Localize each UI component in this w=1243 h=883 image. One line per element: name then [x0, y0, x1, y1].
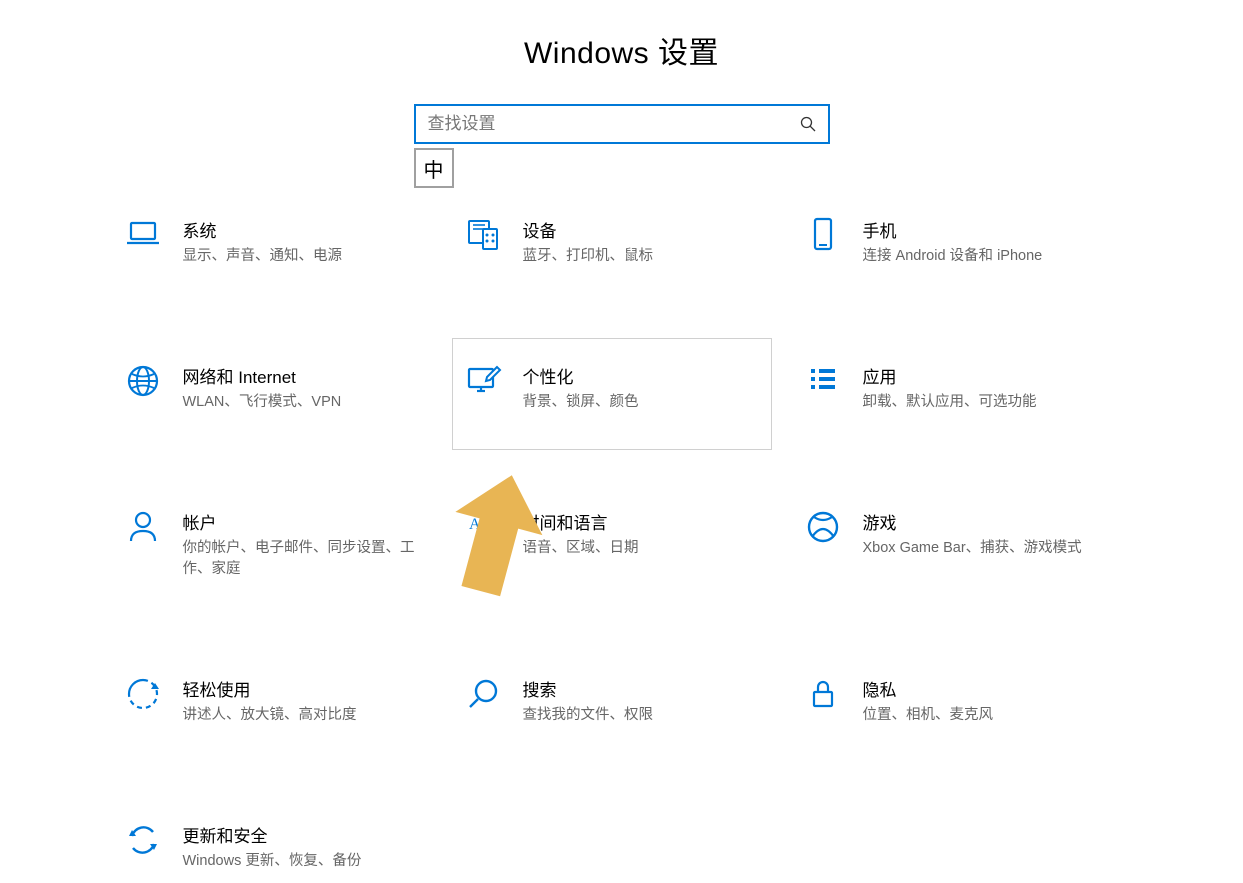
tile-accounts[interactable]: 帐户 你的帐户、电子邮件、同步设置、工作、家庭: [112, 496, 432, 591]
tile-desc: 卸载、默认应用、可选功能: [863, 392, 1037, 413]
tile-time-language[interactable]: A字 时间和语言 语音、区域、日期: [452, 496, 772, 591]
svg-text:字: 字: [483, 519, 501, 539]
tile-title: 轻松使用: [183, 676, 357, 701]
svg-text:A: A: [469, 516, 481, 533]
tile-apps[interactable]: 应用 卸载、默认应用、可选功能: [792, 350, 1112, 424]
tile-desc: 显示、声音、通知、电源: [183, 246, 343, 267]
tile-desc: 蓝牙、打印机、鼠标: [523, 246, 654, 267]
tile-system[interactable]: 系统 显示、声音、通知、电源: [112, 204, 432, 278]
settings-grid: 系统 显示、声音、通知、电源 设备 蓝牙、打印机、鼠标 手机 连接 Androi…: [112, 204, 1132, 883]
time-language-icon: A字: [463, 507, 503, 547]
tile-title: 游戏: [863, 509, 1082, 534]
laptop-icon: [123, 215, 163, 255]
search-input[interactable]: [428, 114, 800, 134]
search-box[interactable]: [414, 104, 830, 144]
tile-title: 时间和语言: [523, 509, 639, 534]
tile-privacy[interactable]: 隐私 位置、相机、麦克风: [792, 663, 1112, 737]
personalization-icon: [463, 361, 503, 401]
tile-network[interactable]: 网络和 Internet WLAN、飞行模式、VPN: [112, 350, 432, 424]
tile-title: 应用: [863, 363, 1037, 388]
tile-search[interactable]: 搜索 查找我的文件、权限: [452, 663, 772, 737]
tile-phone[interactable]: 手机 连接 Android 设备和 iPhone: [792, 204, 1112, 278]
tile-personalization[interactable]: 个性化 背景、锁屏、颜色: [452, 338, 772, 450]
person-icon: [123, 507, 163, 547]
tile-desc: 查找我的文件、权限: [523, 705, 654, 726]
tile-title: 隐私: [863, 676, 994, 701]
tile-update-security[interactable]: 更新和安全 Windows 更新、恢复、备份: [112, 809, 432, 883]
apps-icon: [803, 361, 843, 401]
devices-icon: [463, 215, 503, 255]
tile-title: 手机: [863, 217, 1043, 242]
tile-desc: WLAN、飞行模式、VPN: [183, 392, 342, 413]
lock-icon: [803, 674, 843, 714]
tile-desc: 位置、相机、麦克风: [863, 705, 994, 726]
tile-desc: 你的帐户、电子邮件、同步设置、工作、家庭: [183, 538, 421, 580]
tile-title: 个性化: [523, 363, 639, 388]
tile-title: 网络和 Internet: [183, 363, 342, 388]
tile-desc: 背景、锁屏、颜色: [523, 392, 639, 413]
tile-ease-of-access[interactable]: 轻松使用 讲述人、放大镜、高对比度: [112, 663, 432, 737]
tile-devices[interactable]: 设备 蓝牙、打印机、鼠标: [452, 204, 772, 278]
tile-desc: 讲述人、放大镜、高对比度: [183, 705, 357, 726]
phone-icon: [803, 215, 843, 255]
tile-title: 更新和安全: [183, 822, 362, 847]
tile-desc: 语音、区域、日期: [523, 538, 639, 559]
search-icon: [800, 116, 816, 132]
tile-title: 设备: [523, 217, 654, 242]
tile-desc: 连接 Android 设备和 iPhone: [863, 246, 1043, 267]
tile-title: 系统: [183, 217, 343, 242]
page-title: Windows 设置: [0, 28, 1243, 72]
tile-desc: Windows 更新、恢复、备份: [183, 851, 362, 872]
xbox-icon: [803, 507, 843, 547]
globe-icon: [123, 361, 163, 401]
tile-gaming[interactable]: 游戏 Xbox Game Bar、捕获、游戏模式: [792, 496, 1112, 591]
tile-title: 帐户: [183, 509, 421, 534]
tile-title: 搜索: [523, 676, 654, 701]
magnifier-icon: [463, 674, 503, 714]
ease-of-access-icon: [123, 674, 163, 714]
ime-indicator: 中: [414, 148, 454, 188]
tile-desc: Xbox Game Bar、捕获、游戏模式: [863, 538, 1082, 559]
update-icon: [123, 820, 163, 860]
